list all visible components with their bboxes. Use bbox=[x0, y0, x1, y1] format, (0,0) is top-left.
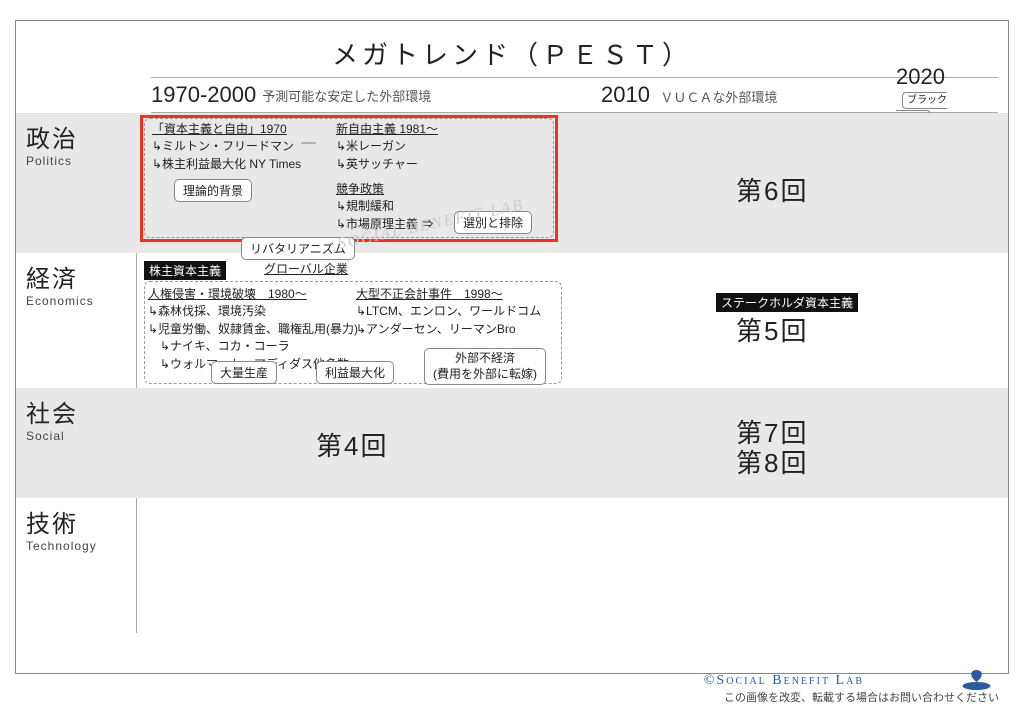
node-global-corp: グローバル企業 bbox=[264, 261, 348, 278]
session-5: 第5回 bbox=[736, 311, 808, 348]
session-6: 第6回 bbox=[736, 171, 808, 208]
blk-stakeholder-capitalism: ステークホルダ資本主義 bbox=[716, 293, 858, 312]
node-capitalism-freedom: 「資本主義と自由」1970 ↳ミルトン・フリードマン ↳株主利益最大化 NY T… bbox=[152, 121, 301, 173]
node-neoliberalism: 新自由主義 1981～ ↳米レーガン ↳英サッチャー bbox=[336, 121, 438, 173]
row-social-label: 社会 Social bbox=[26, 394, 126, 443]
node-human-rights-env: 人権侵害・環境破壊 1980～ ↳森林伐採、環境汚染 ↳児童労働、奴隷賃金、職権… bbox=[148, 286, 358, 373]
session-4: 第4回 bbox=[316, 426, 388, 463]
footer-copyright: ©Social Benefit Lab bbox=[704, 673, 864, 689]
chip-theory-bg: 理論的背景 bbox=[174, 179, 252, 202]
era1-sub: 予測可能な安定した外部環境 bbox=[262, 86, 431, 105]
row-economics-label: 経済 Economics bbox=[26, 259, 126, 308]
chip-profit-max: 利益最大化 bbox=[316, 361, 394, 384]
diagram-frame: メガトレンド（ＰＥＳＴ） 1970-2000 予測可能な安定した外部環境 201… bbox=[15, 20, 1009, 674]
session-8: 第8回 bbox=[736, 443, 808, 480]
row-politics-label: 政治 Politics bbox=[26, 119, 126, 168]
footer-note: この画像を改変、転載する場合はお問い合わせください bbox=[724, 689, 999, 705]
era2-sub: ＶＵＣＡな外部環境 bbox=[660, 90, 777, 105]
timeline-header: 1970-2000 予測可能な安定した外部環境 2010 ＶＵＣＡな外部環境 2… bbox=[151, 77, 998, 113]
era1-year: 1970-2000 bbox=[151, 82, 256, 108]
diagram-title: メガトレンド（ＰＥＳＴ） bbox=[16, 21, 1008, 82]
chip-external-diseconomy: 外部不経済(費用を外部に転嫁) bbox=[424, 348, 546, 385]
era3-year: 2020 bbox=[896, 64, 945, 89]
chip-mass-production: 大量生産 bbox=[211, 361, 277, 384]
row-technology-label: 技術 Technology bbox=[26, 504, 126, 553]
node-accounting-scandals: 大型不正会計事件 1998～ ↳LTCM、エンロン、ワールドコム ↳アンダーセン… bbox=[356, 286, 541, 338]
era2-year: 2010 bbox=[601, 82, 650, 107]
row-social-bg bbox=[16, 388, 1008, 498]
blk-shareholder-capitalism: 株主資本主義 bbox=[144, 261, 226, 280]
row-tech-bg bbox=[16, 498, 1008, 633]
